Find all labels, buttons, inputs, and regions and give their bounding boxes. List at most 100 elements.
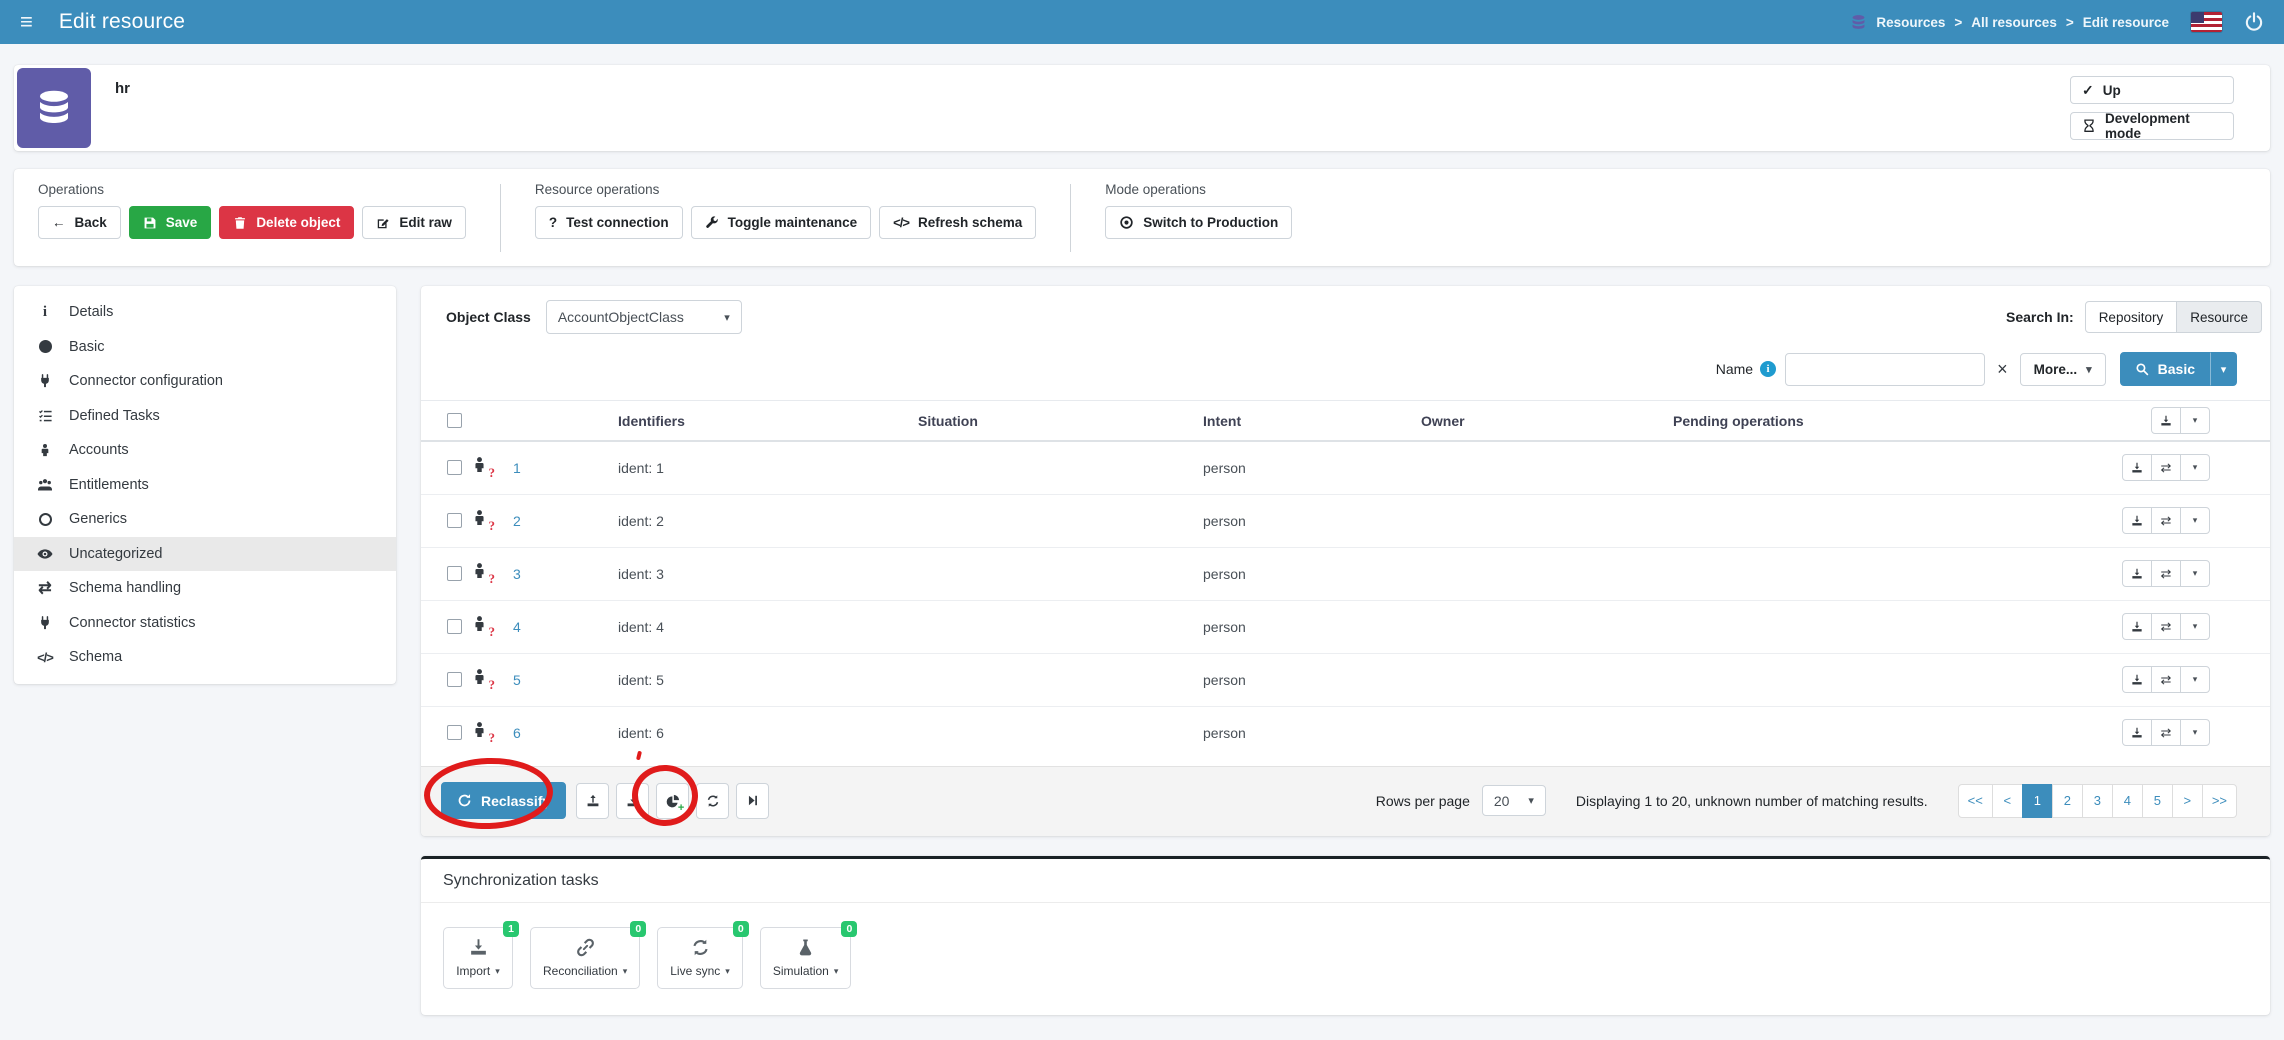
row-download-button[interactable] — [2122, 719, 2152, 746]
info-icon[interactable]: i — [1760, 361, 1776, 377]
simulation-task-button[interactable]: 0 Simulation▾ — [760, 927, 852, 989]
floppy-icon — [143, 216, 157, 230]
row-change-owner-button[interactable]: ⇄ — [2151, 560, 2181, 587]
live-sync-task-button[interactable]: 0 Live sync▾ — [657, 927, 743, 989]
column-header-pending[interactable]: Pending operations — [1669, 401, 2110, 441]
row-menu-button[interactable]: ▾ — [2180, 454, 2210, 481]
page-next-button[interactable]: > — [2172, 784, 2203, 818]
sidebar-item-schema-handling[interactable]: ⇄ Schema handling — [14, 571, 396, 606]
shadow-link[interactable]: 3 — [513, 566, 521, 582]
row-checkbox[interactable] — [447, 725, 462, 740]
rows-per-page-select[interactable]: 20 ▾ — [1482, 785, 1546, 816]
page-5-button[interactable]: 5 — [2142, 784, 2173, 818]
export-table-button[interactable] — [2151, 407, 2181, 434]
sidebar-item-connector-configuration[interactable]: Connector configuration — [14, 364, 396, 399]
shadow-link[interactable]: 5 — [513, 672, 521, 688]
search-in-resource-button[interactable]: Resource — [2177, 301, 2262, 333]
cell-pending — [1669, 653, 2110, 706]
import-shadow-button[interactable] — [576, 783, 609, 819]
row-download-button[interactable] — [2122, 613, 2152, 640]
logout-power-icon[interactable] — [2244, 12, 2264, 32]
shadow-link[interactable]: 2 — [513, 513, 521, 529]
page-1-button[interactable]: 1 — [2022, 784, 2053, 818]
column-header-identifiers[interactable]: Identifiers — [614, 401, 914, 441]
cell-identifiers: ident: 2 — [614, 494, 914, 547]
download-shadow-button[interactable] — [616, 783, 649, 819]
page-first-button[interactable]: << — [1958, 784, 1993, 818]
row-download-button[interactable] — [2122, 560, 2152, 587]
object-class-select[interactable]: AccountObjectClass ▾ — [546, 300, 742, 334]
row-change-owner-button[interactable]: ⇄ — [2151, 507, 2181, 534]
sidebar-item-accounts[interactable]: Accounts — [14, 433, 396, 468]
column-header-situation[interactable]: Situation — [914, 401, 1199, 441]
resume-paging-button[interactable] — [736, 783, 769, 819]
select-all-checkbox[interactable] — [447, 413, 462, 428]
row-checkbox[interactable] — [447, 672, 462, 687]
import-task-button[interactable]: 1 Import▾ — [443, 927, 513, 989]
reconciliation-task-count-badge: 0 — [630, 921, 646, 937]
edit-raw-button[interactable]: Edit raw — [362, 206, 466, 239]
breadcrumb-resources[interactable]: Resources — [1876, 15, 1945, 30]
page-last-button[interactable]: >> — [2202, 784, 2237, 818]
row-download-button[interactable] — [2122, 666, 2152, 693]
row-checkbox[interactable] — [447, 460, 462, 475]
refresh-schema-button[interactable]: </> Refresh schema — [879, 206, 1036, 239]
sidebar-item-connector-statistics[interactable]: Connector statistics — [14, 606, 396, 641]
refresh-table-button[interactable] — [696, 783, 729, 819]
switch-to-production-button[interactable]: Switch to Production — [1105, 206, 1292, 239]
sidebar-item-basic[interactable]: Basic — [14, 330, 396, 365]
row-menu-button[interactable]: ▾ — [2180, 613, 2210, 640]
row-change-owner-button[interactable]: ⇄ — [2151, 666, 2181, 693]
test-connection-button[interactable]: ? Test connection — [535, 206, 683, 239]
row-menu-button[interactable]: ▾ — [2180, 560, 2210, 587]
reconciliation-task-button[interactable]: 0 Reconciliation▾ — [530, 927, 640, 989]
page-prev-button[interactable]: < — [1992, 784, 2023, 818]
column-header-intent[interactable]: Intent — [1199, 401, 1417, 441]
row-checkbox[interactable] — [447, 619, 462, 634]
toggle-maintenance-button[interactable]: Toggle maintenance — [691, 206, 872, 239]
locale-flag-us[interactable] — [2191, 12, 2222, 32]
menu-toggle-icon[interactable]: ≡ — [20, 11, 33, 33]
chevron-down-icon: ▾ — [725, 966, 730, 977]
name-search-input[interactable] — [1785, 353, 1985, 386]
search-in-repository-button[interactable]: Repository — [2085, 301, 2178, 333]
chevron-down-icon: ▾ — [2086, 363, 2092, 376]
page-4-button[interactable]: 4 — [2112, 784, 2143, 818]
sidebar-item-schema[interactable]: </> Schema — [14, 640, 396, 675]
breadcrumb-all-resources[interactable]: All resources — [1971, 15, 2057, 30]
shadow-link[interactable]: 4 — [513, 619, 521, 635]
sidebar-item-entitlements[interactable]: Entitlements — [14, 468, 396, 503]
export-dropdown-button[interactable]: ▾ — [2180, 407, 2210, 434]
row-menu-button[interactable]: ▾ — [2180, 507, 2210, 534]
save-button[interactable]: Save — [129, 206, 212, 239]
back-button[interactable]: ← Back — [38, 206, 121, 239]
row-change-owner-button[interactable]: ⇄ — [2151, 613, 2181, 640]
create-report-button[interactable]: + — [656, 783, 689, 819]
eye-icon — [34, 546, 56, 562]
sidebar-item-generics[interactable]: Generics — [14, 502, 396, 537]
sidebar-item-details[interactable]: i Details — [14, 295, 396, 330]
shadow-link[interactable]: 1 — [513, 460, 521, 476]
page-2-button[interactable]: 2 — [2052, 784, 2083, 818]
row-menu-button[interactable]: ▾ — [2180, 719, 2210, 746]
row-change-owner-button[interactable]: ⇄ — [2151, 454, 2181, 481]
shadow-link[interactable]: 6 — [513, 725, 521, 741]
column-header-owner[interactable]: Owner — [1417, 401, 1669, 441]
edit-pencil-icon — [376, 216, 390, 230]
search-mode-dropdown[interactable]: ▾ — [2210, 352, 2237, 386]
row-download-button[interactable] — [2122, 507, 2152, 534]
sidebar-item-uncategorized[interactable]: Uncategorized — [14, 537, 396, 572]
reclassify-button[interactable]: Reclassify — [441, 782, 566, 819]
basic-search-button[interactable]: Basic — [2120, 352, 2210, 386]
delete-object-button[interactable]: Delete object — [219, 206, 354, 239]
row-checkbox[interactable] — [447, 513, 462, 528]
row-change-owner-button[interactable]: ⇄ — [2151, 719, 2181, 746]
resource-type-icon — [17, 68, 91, 148]
more-filters-button[interactable]: More... ▾ — [2020, 353, 2106, 386]
page-3-button[interactable]: 3 — [2082, 784, 2113, 818]
row-download-button[interactable] — [2122, 454, 2152, 481]
clear-search-button[interactable]: × — [1994, 360, 2011, 378]
sidebar-item-defined-tasks[interactable]: Defined Tasks — [14, 399, 396, 434]
row-checkbox[interactable] — [447, 566, 462, 581]
row-menu-button[interactable]: ▾ — [2180, 666, 2210, 693]
